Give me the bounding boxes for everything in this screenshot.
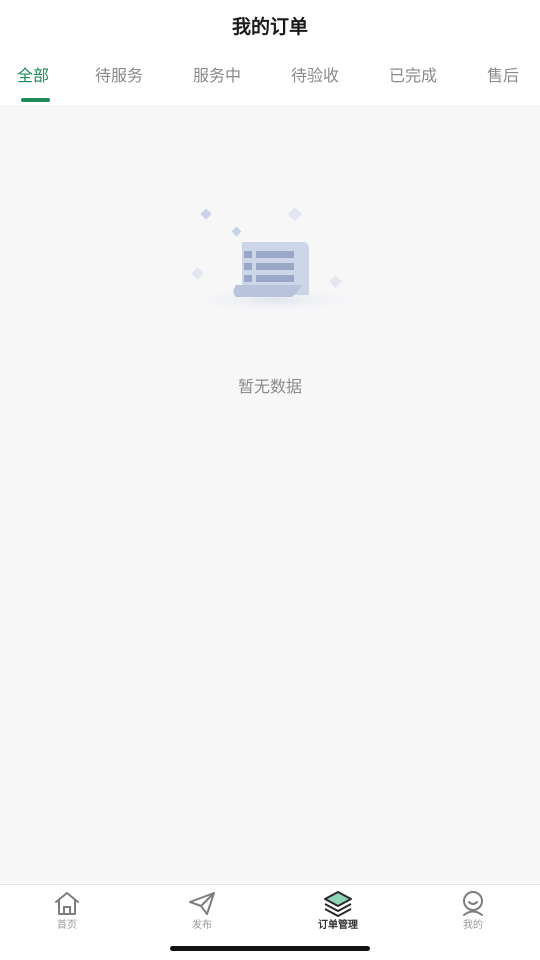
tabbar-item-home[interactable]: 首页	[27, 889, 107, 941]
home-indicator	[170, 946, 370, 951]
home-icon	[55, 892, 79, 915]
send-icon	[189, 892, 215, 915]
tab-all[interactable]: 全部	[17, 60, 49, 100]
tabbar-label-home: 首页	[57, 920, 77, 931]
empty-state-text: 暂无数据	[237, 377, 302, 396]
tabbar-item-mine[interactable]: 我的	[433, 889, 513, 941]
page-title: 我的订单	[231, 16, 308, 38]
tab-pending-service[interactable]: 待服务	[95, 60, 143, 100]
tab-completed[interactable]: 已完成	[389, 60, 437, 100]
tab-after-sales[interactable]: 售后	[487, 60, 519, 100]
order-page: 我的订单 全部 待服务 服务中 待验收 已完成 售后 暂无数据 首页 发布 订单…	[0, 0, 540, 960]
user-icon	[463, 891, 483, 916]
tab-in-service[interactable]: 服务中	[193, 60, 241, 100]
order-status-tabs: 全部 待服务 服务中 待验收 已完成 售后	[0, 60, 540, 100]
tabbar-item-order-management[interactable]: 订单管理	[298, 889, 378, 941]
active-tab-indicator	[21, 98, 50, 102]
tabbar-label-order-management: 订单管理	[318, 920, 358, 931]
tabbar-item-publish[interactable]: 发布	[162, 889, 242, 941]
tabbar-label-mine: 我的	[463, 920, 483, 931]
layers-icon	[324, 891, 352, 917]
tab-pending-acceptance[interactable]: 待验收	[291, 60, 339, 100]
tabbar-label-publish: 发布	[192, 920, 212, 931]
header: 我的订单 全部 待服务 服务中 待验收 已完成 售后	[0, 0, 540, 105]
document-scroll-icon	[180, 206, 370, 314]
